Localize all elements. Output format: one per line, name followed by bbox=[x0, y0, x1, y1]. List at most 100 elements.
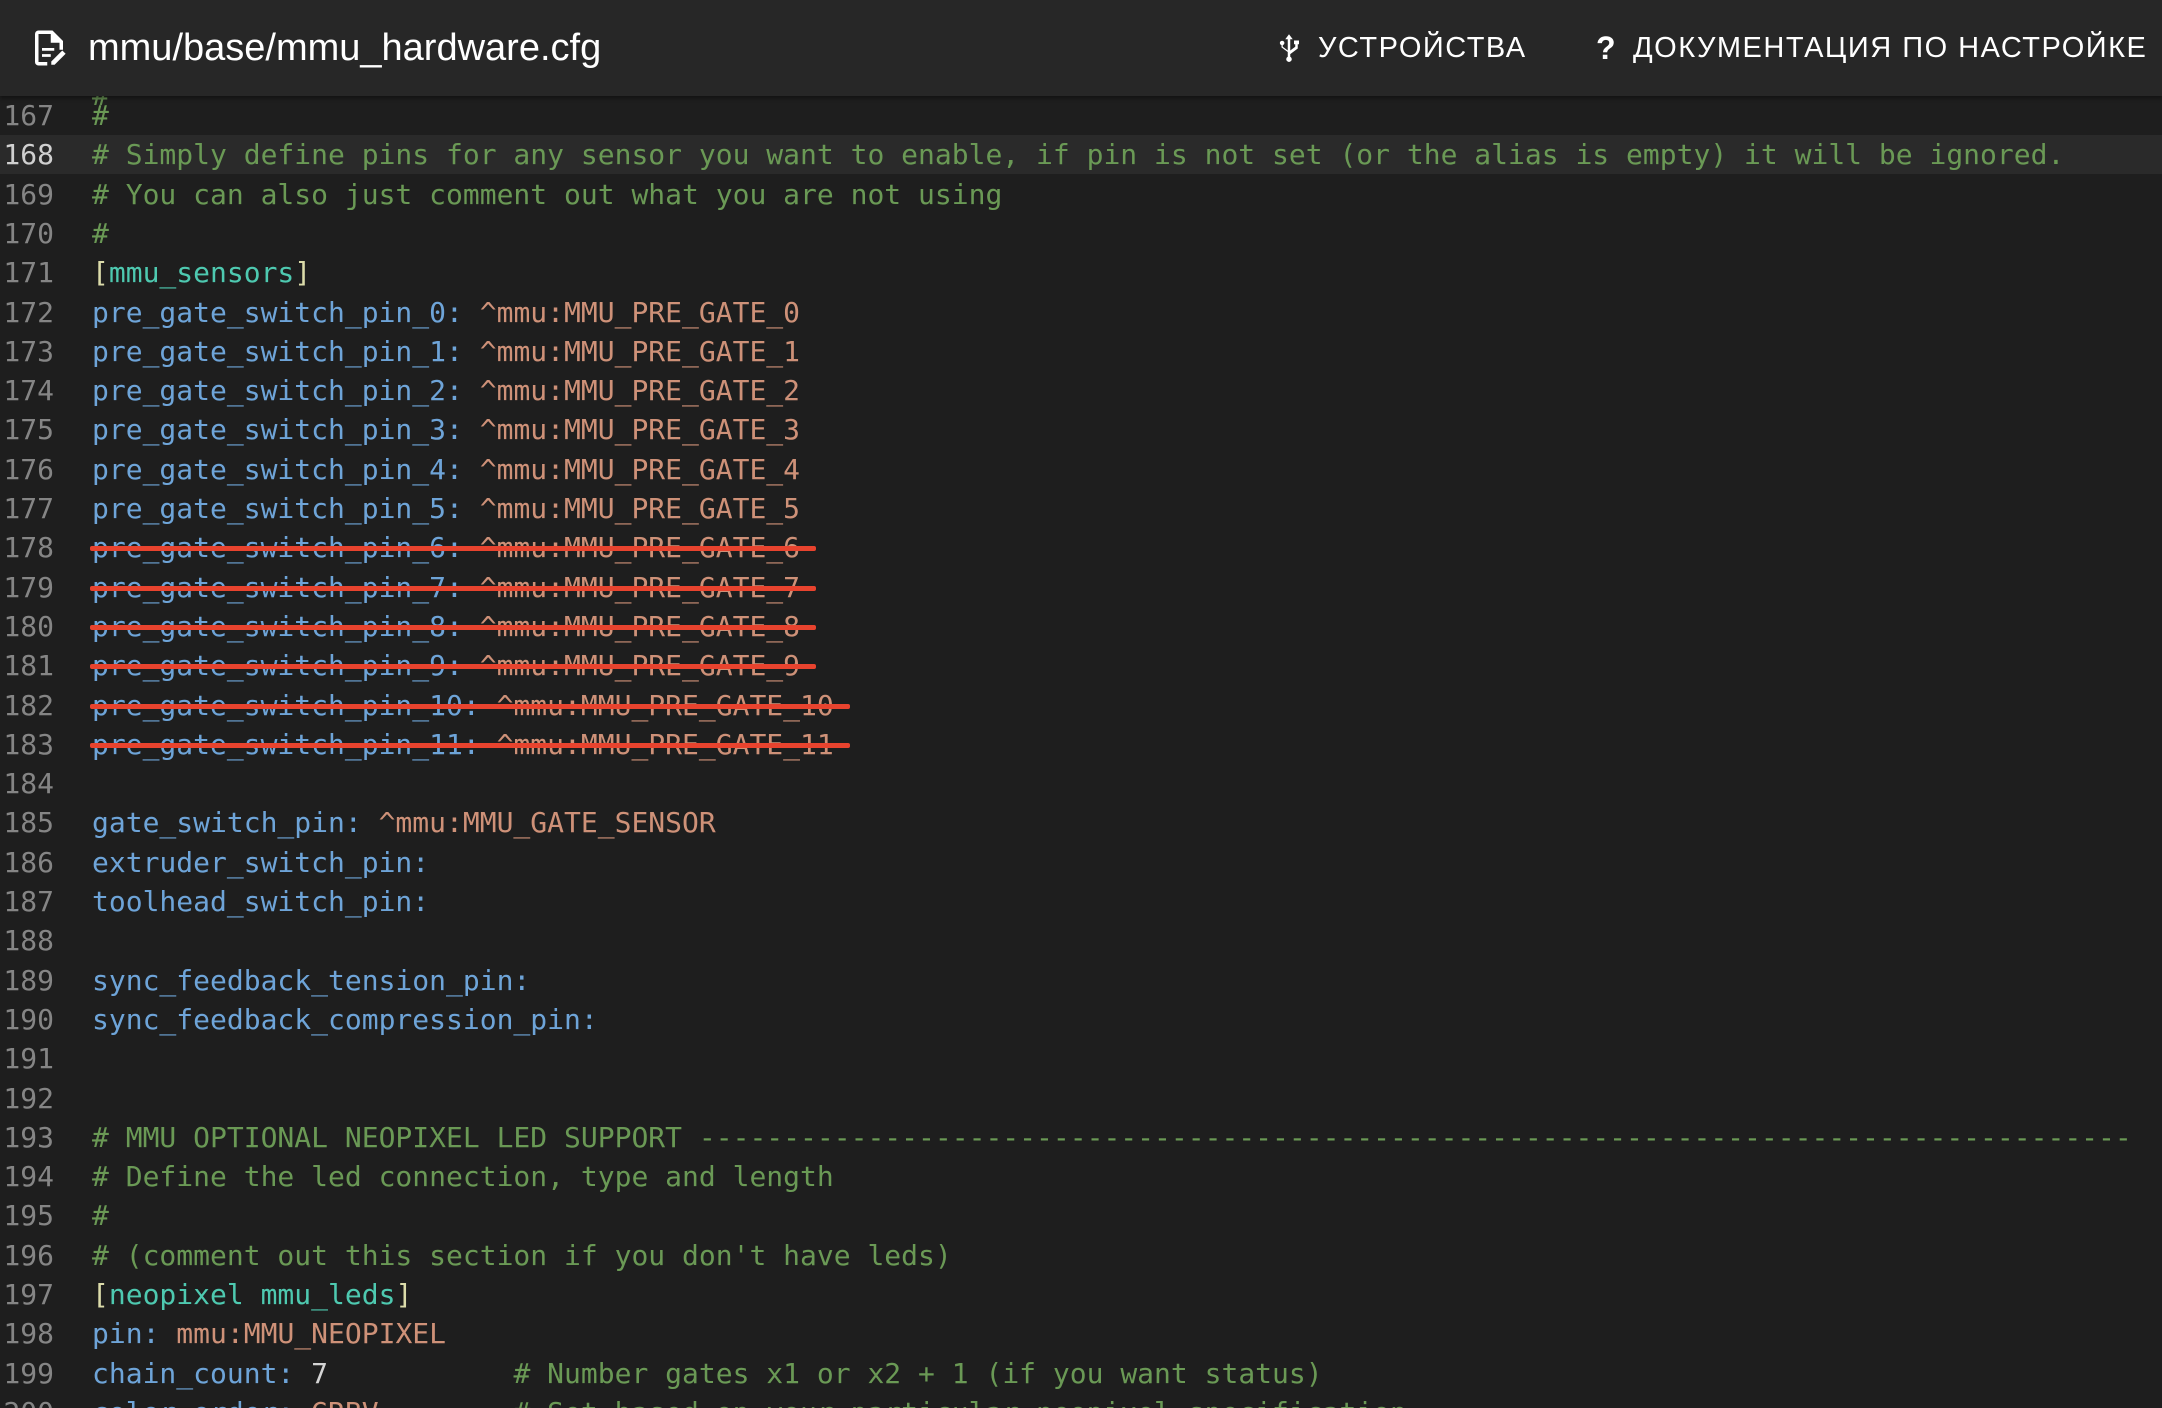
code-line[interactable]: 195 # bbox=[0, 1196, 2162, 1235]
code-line[interactable]: 197 [neopixel mmu_leds] bbox=[0, 1275, 2162, 1314]
section-bracket: ] bbox=[294, 256, 312, 290]
config-docs-button[interactable]: ? ДОКУМЕНТАЦИЯ ПО НАСТРОЙКЕ bbox=[1596, 24, 2147, 72]
code-line[interactable]: 194 # Define the led connection, type and… bbox=[0, 1157, 2162, 1196]
code-line[interactable]: 167 # bbox=[0, 96, 2162, 135]
code-line[interactable]: 186 extruder_switch_pin: bbox=[0, 843, 2162, 882]
code-line[interactable]: 199 chain_count: 7 # Number gates x1 or x… bbox=[0, 1354, 2162, 1393]
config-editor-window: mmu/base/mmu_hardware.cfg УСТРОЙСТВА ? Д… bbox=[0, 0, 2162, 1408]
code-line[interactable]: 174 pre_gate_switch_pin_2: ^mmu:MMU_PRE_G… bbox=[0, 371, 2162, 410]
code-line[interactable]: 183 pre_gate_switch_pin_11: ^mmu:MMU_PRE_… bbox=[0, 725, 2162, 764]
code-line[interactable]: 177 pre_gate_switch_pin_5: ^mmu:MMU_PRE_G… bbox=[0, 489, 2162, 528]
code-line[interactable]: 200 color_order: GRBV # Set based on your… bbox=[0, 1393, 2162, 1408]
code-line[interactable]: 187 toolhead_switch_pin: bbox=[0, 882, 2162, 921]
line-code: # MMU OPTIONAL NEOPIXEL LED SUPPORT ----… bbox=[92, 1118, 2132, 1157]
config-key: pre_gate_switch_pin_2: bbox=[92, 374, 463, 408]
code-comment: # bbox=[92, 99, 109, 132]
config-value: ^mmu:MMU_PRE_GATE_5 bbox=[462, 492, 801, 525]
line-code: pre_gate_switch_pin_6: ^mmu:MMU_PRE_GATE… bbox=[89, 528, 817, 567]
config-key: pre_gate_switch_pin_0: bbox=[92, 295, 463, 329]
code-line[interactable]: 191 bbox=[0, 1039, 2162, 1078]
code-line[interactable]: 190 sync_feedback_compression_pin: bbox=[0, 1000, 2162, 1039]
code-line[interactable]: 192 bbox=[0, 1079, 2162, 1118]
config-value: ^mmu:MMU_PRE_GATE_0 bbox=[462, 295, 801, 329]
code-line[interactable]: 185 gate_switch_pin: ^mmu:MMU_GATE_SENSOR bbox=[0, 803, 2162, 842]
config-value: ^mmu:MMU_GATE_SENSOR bbox=[361, 806, 716, 840]
config-value: ^mmu:MMU_PRE_GATE_2 bbox=[462, 374, 801, 408]
line-code: chain_count: 7 # Number gates x1 or x2 +… bbox=[92, 1354, 1323, 1393]
devices-label: УСТРОЙСТВА bbox=[1318, 31, 1527, 64]
devices-button[interactable]: УСТРОЙСТВА bbox=[1274, 24, 1527, 72]
code-comment: # Simply define pins for any sensor you … bbox=[92, 138, 2065, 172]
code-line[interactable]: 181 pre_gate_switch_pin_9: ^mmu:MMU_PRE_G… bbox=[0, 646, 2162, 685]
config-key: toolhead_switch_pin: bbox=[92, 885, 430, 918]
code-line[interactable]: 175 pre_gate_switch_pin_3: ^mmu:MMU_PRE_G… bbox=[0, 410, 2162, 449]
config-key: extruder_switch_pin: bbox=[92, 845, 430, 879]
code-line[interactable]: 170 # bbox=[0, 214, 2162, 253]
code-line[interactable]: 179 pre_gate_switch_pin_7: ^mmu:MMU_PRE_G… bbox=[0, 568, 2162, 607]
file-edit-icon bbox=[35, 30, 66, 66]
line-number: 188 bbox=[3, 924, 54, 958]
section-name: mmu_sensors bbox=[108, 256, 295, 290]
line-number: 180 bbox=[3, 609, 54, 643]
config-number: 7 bbox=[294, 1356, 329, 1390]
code-line[interactable]: 182 pre_gate_switch_pin_10: ^mmu:MMU_PRE_… bbox=[0, 686, 2162, 725]
code-comment: # You can also just comment out what you… bbox=[92, 177, 1003, 211]
config-key: pre_gate_switch_pin_8: bbox=[92, 609, 463, 643]
code-line[interactable]: 173 pre_gate_switch_pin_1: ^mmu:MMU_PRE_G… bbox=[0, 332, 2162, 371]
code-line[interactable]: 171 [mmu_sensors] bbox=[0, 253, 2162, 292]
line-number: 172 bbox=[3, 295, 54, 329]
line-number: 198 bbox=[3, 1317, 54, 1351]
config-key: color_order: bbox=[92, 1396, 294, 1408]
code-line[interactable]: 196 # (comment out this section if you do… bbox=[0, 1236, 2162, 1275]
code-comment: # (comment out this section if you don't… bbox=[92, 1238, 952, 1272]
line-number: 168 bbox=[3, 138, 54, 172]
code-comment: # Define the led connection, type and le… bbox=[92, 1160, 834, 1194]
line-number: 194 bbox=[3, 1160, 54, 1194]
line-number: 176 bbox=[3, 452, 54, 486]
line-code: pre_gate_switch_pin_1: ^mmu:MMU_PRE_GATE… bbox=[92, 332, 800, 371]
line-code: pre_gate_switch_pin_9: ^mmu:MMU_PRE_GATE… bbox=[89, 646, 817, 685]
line-number: 197 bbox=[3, 1278, 54, 1311]
code-line[interactable]: 184 bbox=[0, 764, 2162, 803]
line-code: pre_gate_switch_pin_0: ^mmu:MMU_PRE_GATE… bbox=[92, 293, 800, 332]
strikethrough-mark: pre_gate_switch_pin_9: ^mmu:MMU_PRE_GATE… bbox=[89, 646, 817, 685]
code-line[interactable]: 168 # Simply define pins for any sensor y… bbox=[0, 135, 2162, 175]
code-line[interactable]: 169 # You can also just comment out what … bbox=[0, 175, 2162, 214]
strikethrough-mark: pre_gate_switch_pin_10: ^mmu:MMU_PRE_GAT… bbox=[90, 686, 850, 725]
code-line[interactable]: 188 bbox=[0, 921, 2162, 960]
config-value: ^mmu:MMU_PRE_GATE_1 bbox=[462, 334, 801, 368]
config-value: GRBV bbox=[294, 1396, 378, 1408]
line-code: # bbox=[92, 1196, 109, 1235]
code-line[interactable]: 198 pin: mmu:MMU_NEOPIXEL bbox=[0, 1314, 2162, 1353]
code-comment: # bbox=[92, 216, 109, 250]
line-code: # Simply define pins for any sensor you … bbox=[92, 135, 2064, 174]
config-key: pre_gate_switch_pin_3: bbox=[92, 413, 463, 447]
code-line[interactable]: 172 pre_gate_switch_pin_0: ^mmu:MMU_PRE_G… bbox=[0, 293, 2162, 332]
code-comment: # Set based on your particular neopixel … bbox=[379, 1396, 1406, 1408]
line-code: # bbox=[92, 214, 109, 253]
line-code: sync_feedback_tension_pin: bbox=[92, 961, 530, 1000]
code-line[interactable]: 178 pre_gate_switch_pin_6: ^mmu:MMU_PRE_G… bbox=[0, 528, 2162, 567]
config-value: ^mmu:MMU_PRE_GATE_6 bbox=[462, 531, 801, 565]
code-line[interactable]: 180 pre_gate_switch_pin_8: ^mmu:MMU_PRE_G… bbox=[0, 607, 2162, 646]
line-number: 182 bbox=[3, 688, 54, 722]
config-key: pin: bbox=[92, 1317, 160, 1351]
code-line[interactable]: 176 pre_gate_switch_pin_4: ^mmu:MMU_PRE_G… bbox=[0, 450, 2162, 489]
line-number: 183 bbox=[3, 727, 54, 761]
line-number: 189 bbox=[3, 963, 54, 997]
line-number: 191 bbox=[3, 1042, 54, 1076]
code-line[interactable]: 193 # MMU OPTIONAL NEOPIXEL LED SUPPORT -… bbox=[0, 1118, 2162, 1157]
section-bracket: [ bbox=[92, 1278, 109, 1311]
line-number: 190 bbox=[3, 1002, 54, 1036]
line-code: pin: mmu:MMU_NEOPIXEL bbox=[92, 1314, 446, 1353]
strikethrough-mark: pre_gate_switch_pin_11: ^mmu:MMU_PRE_GAT… bbox=[90, 725, 850, 764]
code-editor[interactable]: # 167 #168 # Simply define pins for any se… bbox=[0, 96, 2162, 1408]
line-number: 181 bbox=[3, 649, 54, 683]
line-code: pre_gate_switch_pin_11: ^mmu:MMU_PRE_GAT… bbox=[90, 725, 850, 764]
line-code: pre_gate_switch_pin_4: ^mmu:MMU_PRE_GATE… bbox=[92, 450, 800, 489]
code-line[interactable]: 189 sync_feedback_tension_pin: bbox=[0, 961, 2162, 1000]
line-number: 177 bbox=[3, 492, 54, 525]
line-code: # You can also just comment out what you… bbox=[92, 175, 1002, 214]
config-key: pre_gate_switch_pin_7: bbox=[92, 570, 463, 604]
config-value: ^mmu:MMU_PRE_GATE_3 bbox=[462, 413, 801, 447]
